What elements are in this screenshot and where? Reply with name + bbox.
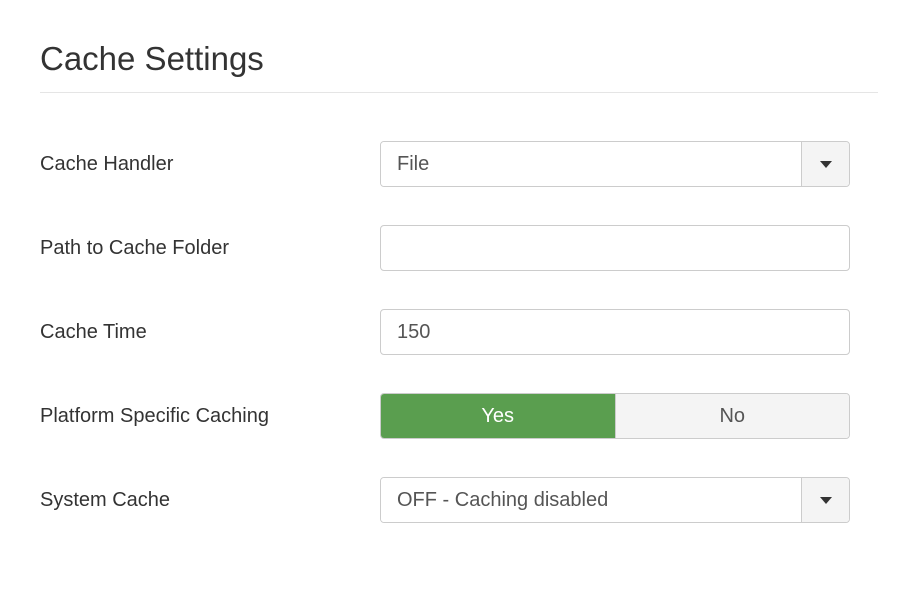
cache-handler-row: Cache Handler File: [40, 141, 878, 187]
system-cache-row: System Cache OFF - Caching disabled: [40, 477, 878, 523]
cache-handler-value: File: [381, 142, 801, 186]
platform-caching-yes-button[interactable]: Yes: [381, 394, 616, 438]
page-title: Cache Settings: [40, 40, 878, 78]
chevron-down-icon: [820, 497, 832, 504]
platform-specific-caching-toggle: Yes No: [380, 393, 850, 439]
cache-handler-select[interactable]: File: [380, 141, 850, 187]
platform-specific-caching-row: Platform Specific Caching Yes No: [40, 393, 878, 439]
system-cache-value: OFF - Caching disabled: [381, 478, 801, 522]
system-cache-select[interactable]: OFF - Caching disabled: [380, 477, 850, 523]
path-to-cache-folder-input[interactable]: [380, 225, 850, 271]
system-cache-caret-button[interactable]: [801, 478, 849, 522]
cache-time-label: Cache Time: [40, 321, 380, 344]
platform-caching-no-button[interactable]: No: [616, 394, 850, 438]
chevron-down-icon: [820, 161, 832, 168]
section-divider: [40, 92, 878, 93]
cache-handler-caret-button[interactable]: [801, 142, 849, 186]
path-to-cache-folder-label: Path to Cache Folder: [40, 237, 380, 260]
platform-specific-caching-label: Platform Specific Caching: [40, 405, 380, 428]
path-to-cache-folder-row: Path to Cache Folder: [40, 225, 878, 271]
cache-time-input[interactable]: [380, 309, 850, 355]
system-cache-label: System Cache: [40, 489, 380, 512]
cache-handler-label: Cache Handler: [40, 153, 380, 176]
cache-time-row: Cache Time: [40, 309, 878, 355]
